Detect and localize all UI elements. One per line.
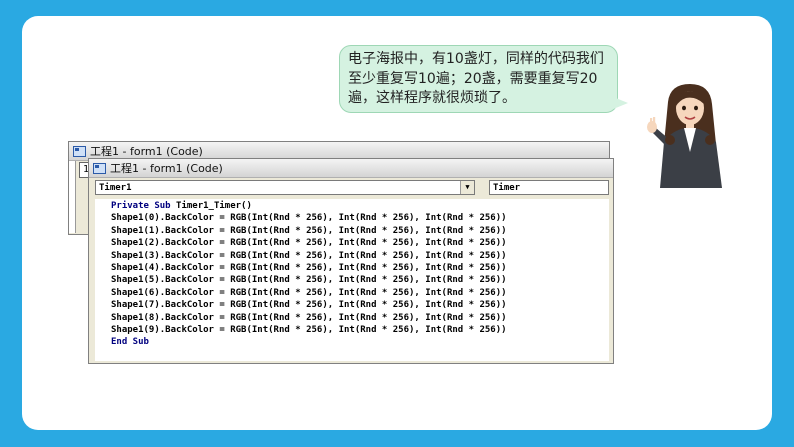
speech-bubble-tail [606, 94, 628, 112]
code-window-front-title: 工程1 - form1 (Code) [110, 162, 223, 175]
object-combo[interactable]: Timer1 ▼ [95, 180, 475, 195]
code-line: Shape1(7).BackColor = RGB(Int(Rnd * 256)… [111, 300, 507, 311]
code-line: Shape1(8).BackColor = RGB(Int(Rnd * 256)… [111, 312, 507, 323]
procedure-combo-value: Timer [493, 183, 521, 193]
code-keyword: Private Sub [111, 201, 171, 211]
combo-row: Timer1 ▼ Timer [95, 180, 609, 196]
code-line: Shape1(2).BackColor = RGB(Int(Rnd * 256)… [111, 238, 507, 249]
code-text[interactable]: Private Sub Timer1_Timer() Shape1(0).Bac… [111, 200, 507, 349]
procedure-combo[interactable]: Timer [489, 180, 609, 195]
code-window-back-border [69, 161, 76, 233]
code-footer: End Sub [111, 337, 149, 348]
vb-code-window-icon [93, 162, 106, 174]
code-line: Shape1(5).BackColor = RGB(Int(Rnd * 256)… [111, 275, 507, 286]
chevron-down-icon[interactable]: ▼ [460, 181, 474, 194]
speech-bubble: 电子海报中，有10盏灯，同样的代码我们至少重复写10遍；20盏，需要重复写20遍… [339, 45, 618, 113]
presenter-illustration [647, 84, 722, 188]
code-line: Shape1(3).BackColor = RGB(Int(Rnd * 256)… [111, 250, 507, 261]
code-window-back-title: 工程1 - form1 (Code) [90, 145, 203, 158]
vb-code-window-icon [73, 145, 86, 157]
code-line: Shape1(1).BackColor = RGB(Int(Rnd * 256)… [111, 225, 507, 236]
code-line: Shape1(6).BackColor = RGB(Int(Rnd * 256)… [111, 287, 507, 298]
code-window-front[interactable]: 工程1 - form1 (Code) Timer1 ▼ Timer Privat… [88, 158, 614, 364]
code-line: Shape1(0).BackColor = RGB(Int(Rnd * 256)… [111, 213, 507, 224]
code-header-rest: Timer1_Timer() [170, 201, 252, 211]
speech-bubble-text: 电子海报中，有10盏灯，同样的代码我们至少重复写10遍；20盏，需要重复写20遍… [348, 51, 604, 106]
code-line: Shape1(4).BackColor = RGB(Int(Rnd * 256)… [111, 263, 507, 274]
object-combo-value: Timer1 [99, 183, 132, 193]
code-window-front-titlebar[interactable]: 工程1 - form1 (Code) [89, 159, 613, 178]
code-line: Shape1(9).BackColor = RGB(Int(Rnd * 256)… [111, 325, 507, 336]
